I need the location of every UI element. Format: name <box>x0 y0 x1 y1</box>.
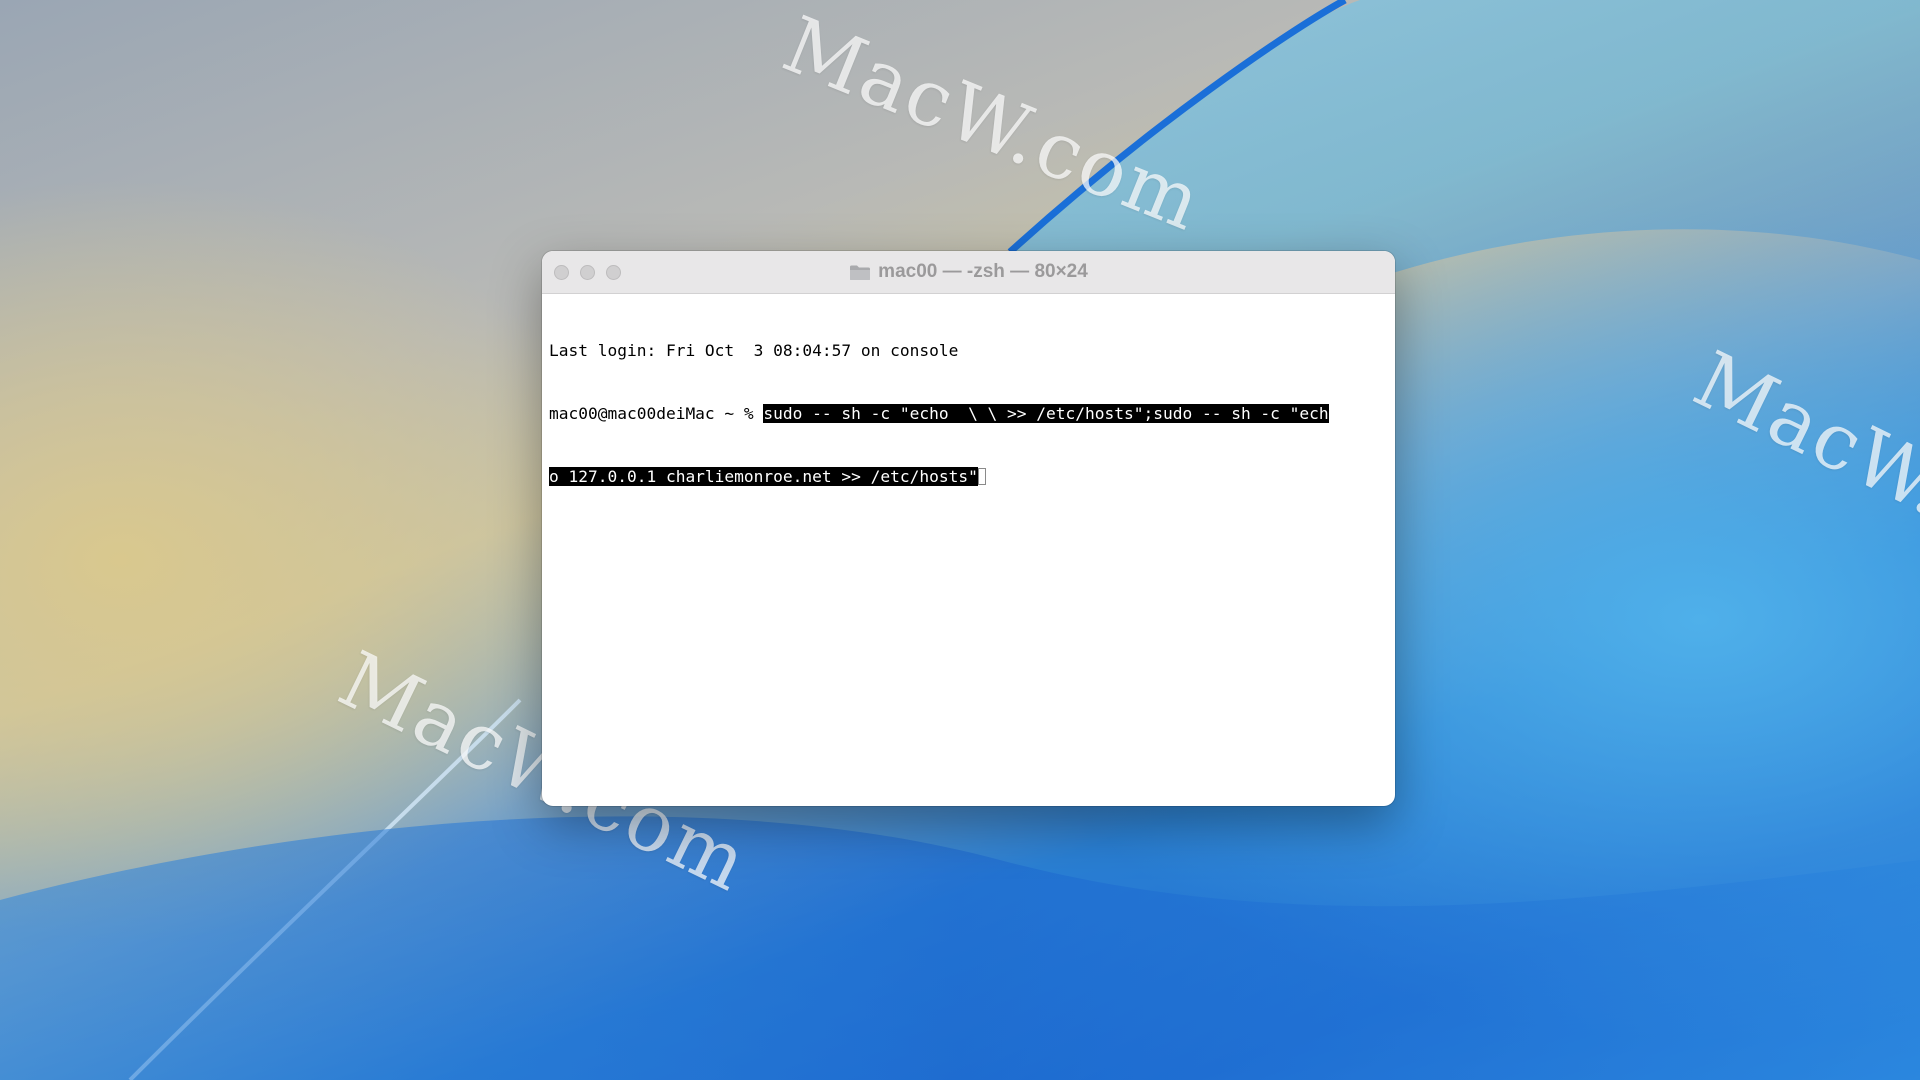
window-title: mac00 — -zsh — 80×24 <box>878 261 1088 282</box>
window-titlebar[interactable]: mac00 — -zsh — 80×24 <box>542 251 1395 294</box>
close-button[interactable] <box>554 265 569 280</box>
selected-command-text-continued: o 127.0.0.1 charliemonroe.net >> /etc/ho… <box>549 467 978 486</box>
terminal-output[interactable]: Last login: Fri Oct 3 08:04:57 on consol… <box>542 294 1395 533</box>
window-title-group: mac00 — -zsh — 80×24 <box>849 261 1088 283</box>
text-cursor <box>977 468 986 485</box>
shell-prompt: mac00@mac00deiMac ~ % <box>549 404 764 423</box>
selected-command-text: sudo -- sh -c "echo \ \ >> /etc/hosts";s… <box>763 404 1329 423</box>
minimize-button[interactable] <box>580 265 595 280</box>
folder-icon <box>850 265 871 280</box>
terminal-window[interactable]: mac00 — -zsh — 80×24 Last login: Fri Oct… <box>542 251 1395 806</box>
window-controls <box>554 265 621 280</box>
login-line: Last login: Fri Oct 3 08:04:57 on consol… <box>549 341 959 360</box>
command-line-1: mac00@mac00deiMac ~ % sudo -- sh -c "ech… <box>549 403 1388 424</box>
desktop-wallpaper: MacW.com MacW.com MacW.c mac00 — -zsh — … <box>0 0 1920 1080</box>
zoom-button[interactable] <box>606 265 621 280</box>
command-line-2: o 127.0.0.1 charliemonroe.net >> /etc/ho… <box>549 466 1388 487</box>
